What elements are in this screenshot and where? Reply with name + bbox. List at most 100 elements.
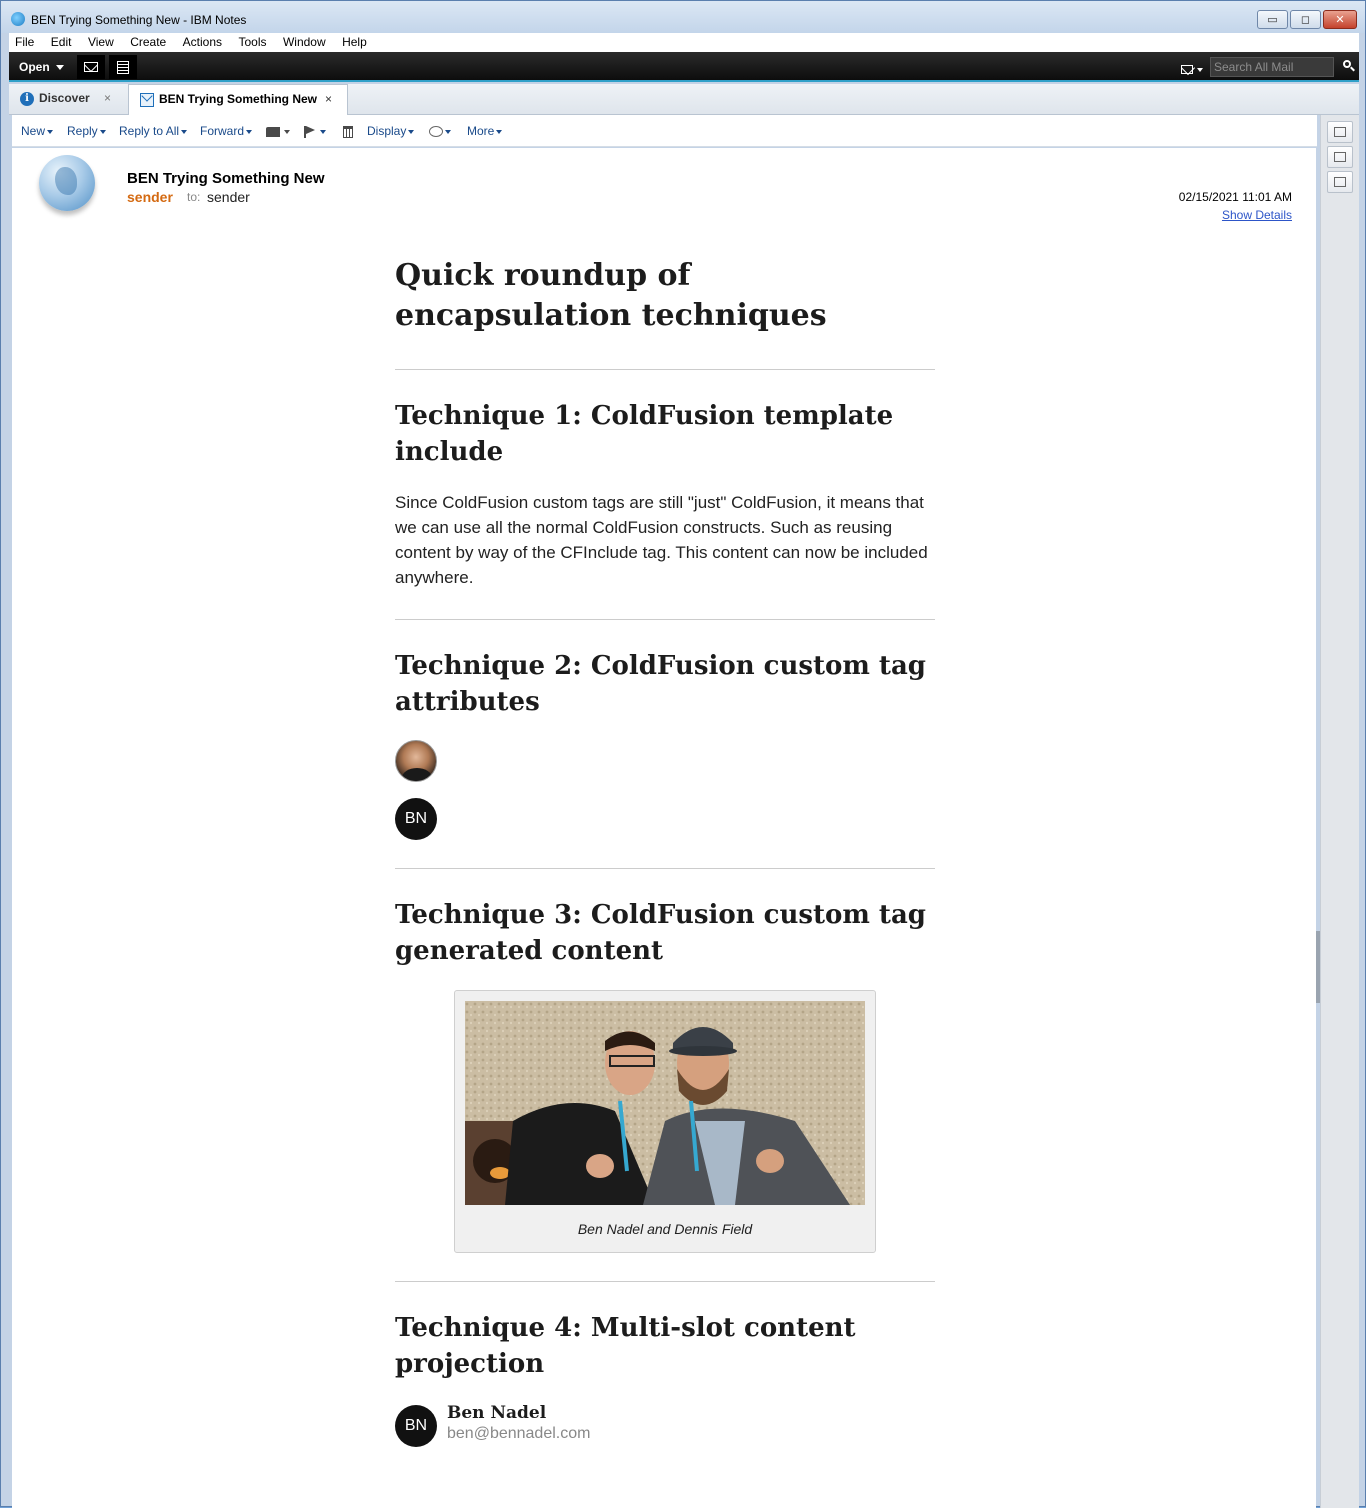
close-icon: ✕ [1335, 13, 1345, 26]
email-body-lower: Technique 4: Multi-slot content projecti… [395, 1281, 935, 1449]
open-toolbar: Open Search All Mail [9, 52, 1359, 82]
action-bar: New Reply Reply to All Forward Display M… [12, 115, 1317, 147]
technique-3-heading: Technique 3: ColdFusion custom tag gener… [395, 900, 926, 966]
mail-recipient[interactable]: sender [207, 189, 250, 205]
mail-subject: BEN Trying Something New [127, 170, 325, 187]
info-icon: i [20, 92, 34, 106]
tab-message-label: BEN Trying Something New [159, 92, 318, 106]
photo-caption: Ben Nadel and Dennis Field [577, 1221, 753, 1237]
technique-1-body: Since ColdFusion custom tags are still "… [395, 493, 928, 587]
folder-icon [266, 126, 280, 137]
follow-up-flag-button[interactable] [304, 124, 326, 138]
caret-down-icon [99, 129, 106, 134]
sidebar-splitter[interactable] [1316, 931, 1320, 1003]
briefcase-icon [1334, 177, 1346, 187]
tab-message[interactable]: BEN Trying Something New × [128, 84, 348, 115]
new-label: New [21, 124, 46, 138]
tab-bar: i Discover × BEN Trying Something New × [9, 84, 1359, 115]
mail-scope-icon [1181, 65, 1193, 75]
search-icon[interactable] [1341, 58, 1357, 74]
author-email: ben@bennadel.com [447, 1425, 591, 1442]
reply-all-label: Reply to All [119, 124, 180, 138]
divider [395, 369, 935, 370]
caret-down-icon [408, 129, 415, 134]
open-label: Open [19, 60, 50, 74]
caret-down-icon [496, 129, 503, 134]
search-scope-dropdown[interactable] [1181, 61, 1203, 79]
menu-view[interactable]: View [82, 33, 120, 52]
chat-icon [1334, 127, 1346, 137]
mail-content: BEN Trying Something New sender to: send… [12, 148, 1316, 1508]
reply-button[interactable]: Reply [67, 124, 106, 138]
calendar-icon [1334, 152, 1346, 162]
article-title: Quick roundup of encapsulation technique… [395, 258, 827, 333]
open-menu-button[interactable]: Open [13, 56, 72, 78]
sametime-button[interactable] [1327, 121, 1353, 143]
technique-1-heading: Technique 1: ColdFusion template include [395, 401, 894, 467]
caret-down-icon [445, 129, 451, 134]
caret-down-icon [320, 129, 326, 134]
trash-icon [343, 125, 353, 138]
author-card: BN Ben Nadel ben@bennadel.com [395, 1403, 935, 1449]
menu-create[interactable]: Create [124, 33, 172, 52]
caret-down-icon [1197, 67, 1203, 72]
photo-figure: Ben Nadel and Dennis Field [454, 990, 876, 1253]
reply-label: Reply [67, 124, 98, 138]
mail-date: 02/15/2021 11:01 AM [1178, 190, 1292, 204]
tab-discover-label: Discover [39, 91, 90, 105]
activities-button[interactable] [1327, 171, 1353, 193]
display-button[interactable]: Display [367, 124, 415, 138]
more-button[interactable]: More [467, 124, 503, 138]
divider [395, 1281, 935, 1282]
ibm-notes-app-icon [11, 12, 25, 26]
tab-discover[interactable]: i Discover × [9, 84, 127, 115]
technique-4-heading: Technique 4: Multi-slot content projecti… [395, 1313, 856, 1379]
delete-button[interactable] [343, 124, 353, 138]
mail-icon [84, 62, 98, 73]
search-input[interactable]: Search All Mail [1210, 57, 1334, 77]
caret-down-icon [47, 129, 54, 134]
email-body: Quick roundup of encapsulation technique… [395, 256, 935, 969]
menu-file[interactable]: File [9, 33, 40, 52]
reply-all-button[interactable]: Reply to All [119, 124, 188, 138]
menu-actions[interactable]: Actions [177, 33, 228, 52]
mail-shortcut-button[interactable] [77, 55, 105, 79]
menu-edit[interactable]: Edit [45, 33, 78, 52]
minimize-icon: ▭ [1267, 13, 1278, 26]
forward-button[interactable]: Forward [200, 124, 253, 138]
app-window: BEN Trying Something New - IBM Notes ▭ ◻… [0, 0, 1366, 1508]
caret-down-icon [246, 129, 253, 134]
flag-icon [304, 125, 315, 138]
window-title: BEN Trying Something New - IBM Notes [31, 13, 247, 27]
menu-tools[interactable]: Tools [232, 33, 272, 52]
envelope-icon [140, 93, 154, 107]
forward-label: Forward [200, 124, 245, 138]
tab-close-icon[interactable]: × [104, 84, 111, 113]
display-label: Display [367, 124, 407, 138]
photo-ben-and-dennis [465, 1001, 865, 1205]
show-details-link[interactable]: Show Details [1222, 208, 1292, 222]
menu-help[interactable]: Help [336, 33, 373, 52]
maximize-button[interactable]: ◻ [1290, 10, 1321, 29]
close-window-button[interactable]: ✕ [1323, 10, 1357, 29]
calendar-shortcut-button[interactable] [109, 55, 137, 79]
menu-window[interactable]: Window [277, 33, 332, 52]
right-sidebar [1320, 115, 1359, 1508]
tab-close-icon[interactable]: × [325, 85, 332, 114]
avatar-initials: BN [395, 1405, 437, 1447]
to-label: to: [187, 190, 201, 204]
more-label: More [467, 124, 495, 138]
minimize-button[interactable]: ▭ [1257, 10, 1288, 29]
mail-sender[interactable]: sender [127, 189, 173, 205]
divider [395, 619, 935, 620]
chat-bubble-icon [429, 126, 443, 138]
caret-down-icon [181, 129, 188, 134]
caret-down-icon [55, 65, 64, 71]
new-button[interactable]: New [21, 124, 54, 138]
maximize-icon: ◻ [1300, 13, 1311, 26]
avatar-photo [395, 740, 437, 782]
caret-down-icon [284, 129, 290, 134]
chat-button[interactable] [429, 124, 451, 138]
day-at-a-glance-button[interactable] [1327, 146, 1353, 168]
move-to-folder-button[interactable] [266, 124, 290, 138]
